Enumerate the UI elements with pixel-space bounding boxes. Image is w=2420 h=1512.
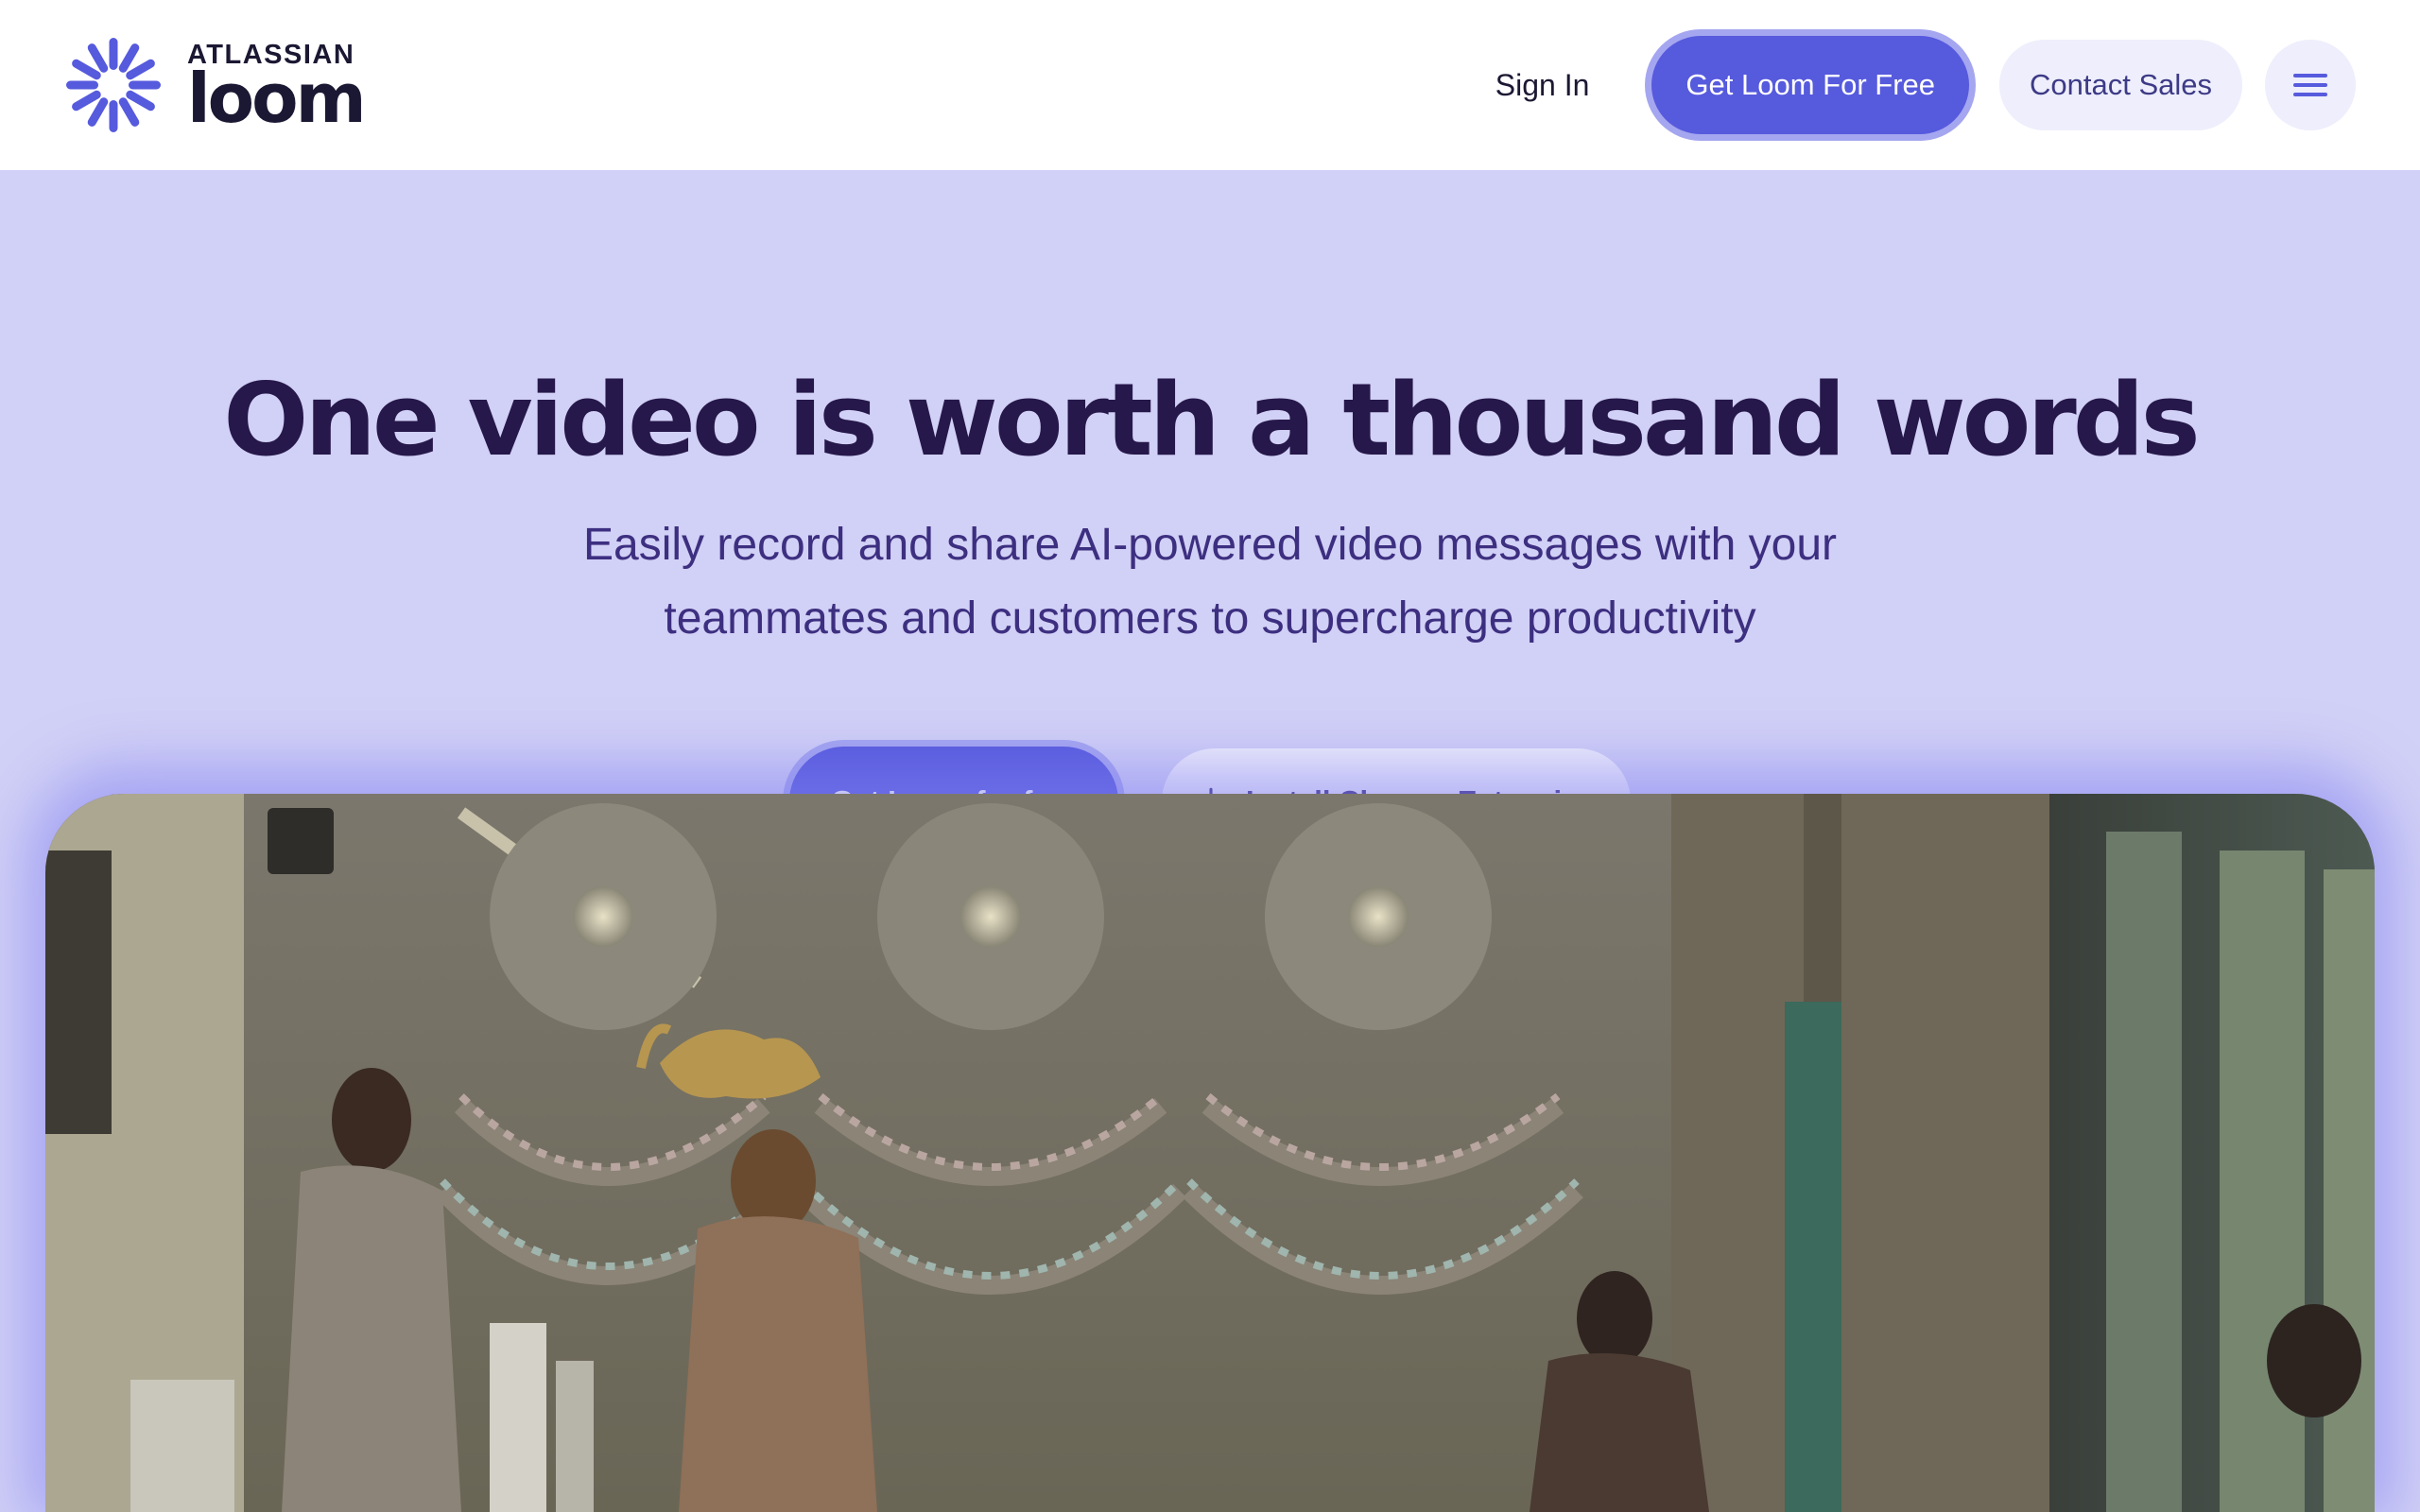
get-loom-free-header-button[interactable]: Get Loom For Free (1651, 36, 1969, 134)
menu-button[interactable] (2265, 40, 2356, 130)
site-header: ATLASSIAN loom Sign In Get Loom For Free… (0, 0, 2420, 170)
hamburger-menu-icon (2293, 74, 2327, 96)
hero-title: One video is worth a thousand words (223, 362, 2200, 478)
hero-subtitle: Easily record and share AI-powered video… (583, 520, 1837, 644)
header-nav: Sign In Get Loom For Free Contact Sales (1495, 36, 2356, 134)
page: ATLASSIAN loom Sign In Get Loom For Free… (0, 0, 2420, 1512)
sign-in-link[interactable]: Sign In (1495, 68, 1590, 103)
logo-wordmark: ATLASSIAN loom (187, 41, 367, 138)
hero-video[interactable] (45, 794, 2375, 1512)
logo-product-text: loom (187, 59, 367, 138)
cafe-scene-image (45, 794, 2375, 1512)
loom-logo-link[interactable]: ATLASSIAN loom (66, 38, 367, 138)
contact-sales-button[interactable]: Contact Sales (1999, 40, 2242, 130)
loom-starburst-logo-icon (66, 38, 161, 132)
